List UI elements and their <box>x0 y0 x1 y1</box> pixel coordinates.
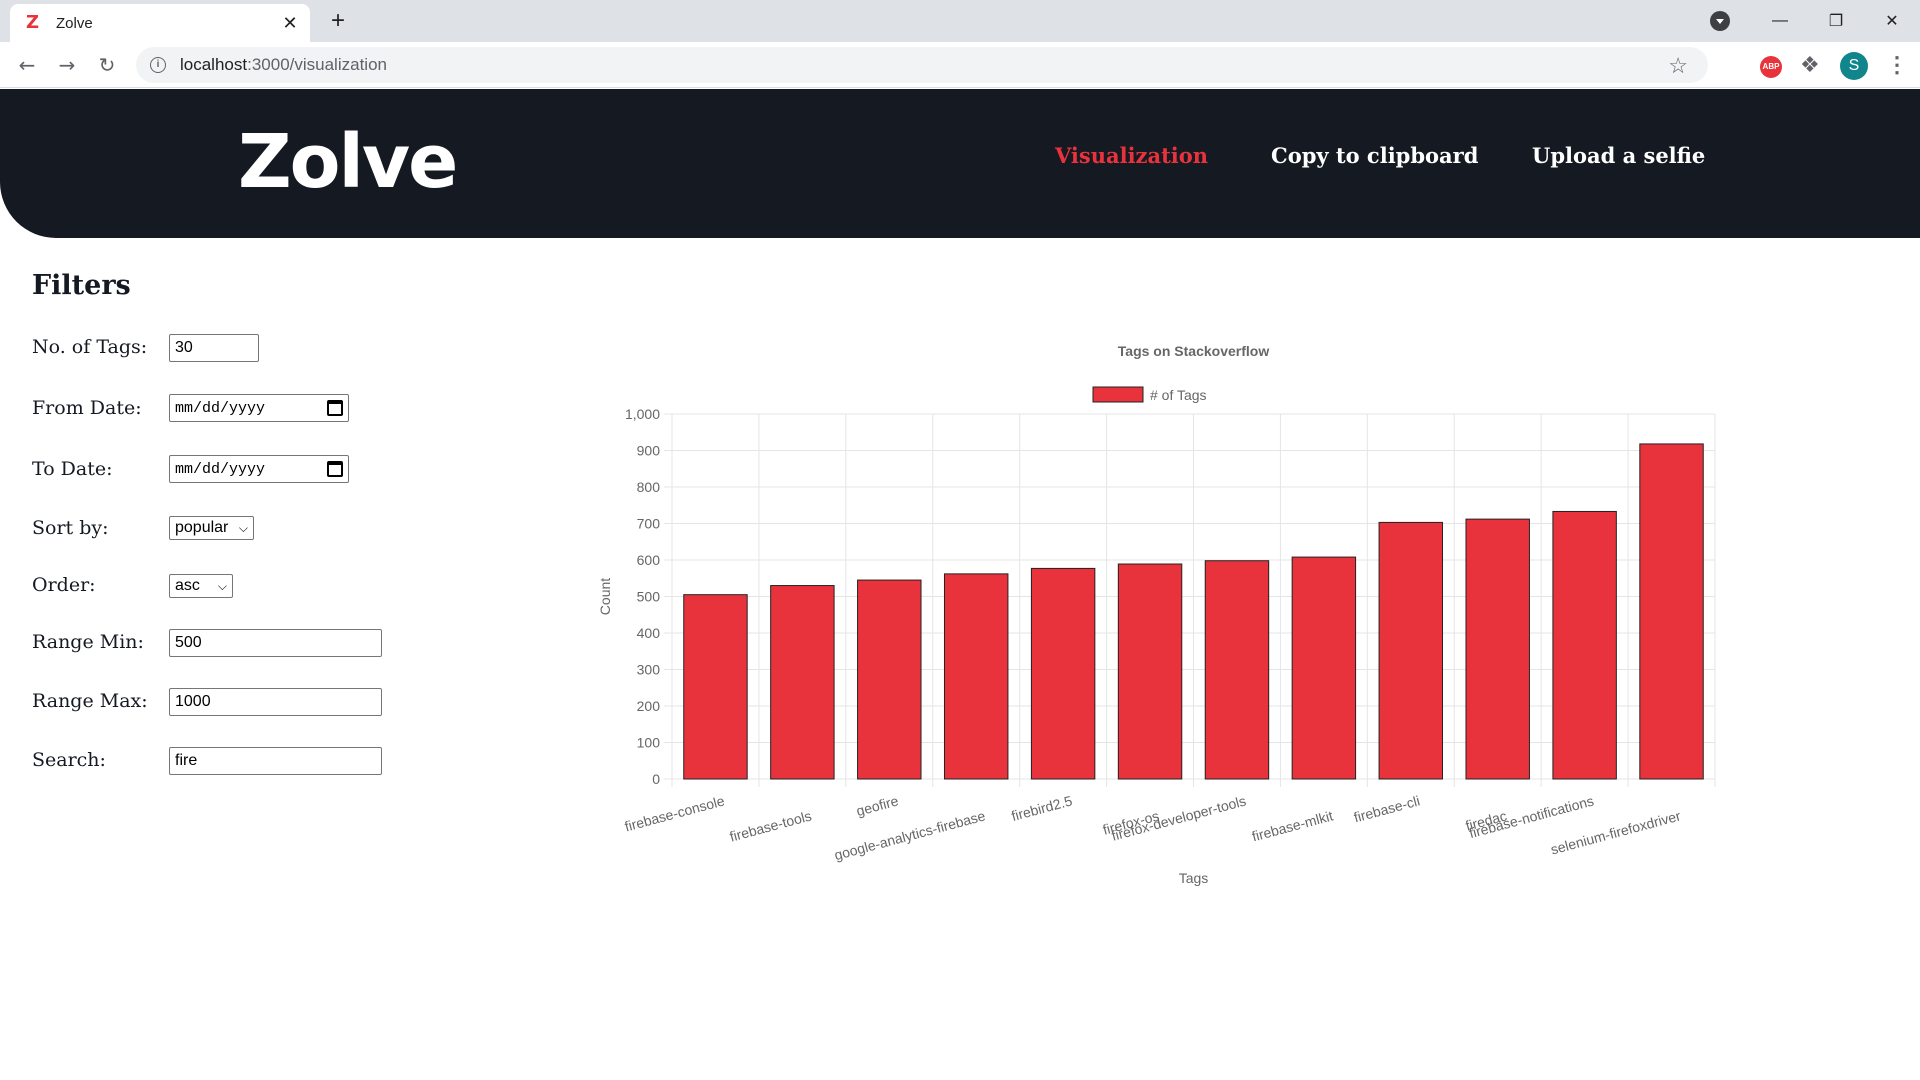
range-max-label: Range Max: <box>32 690 148 712</box>
from-date-label: From Date: <box>32 397 142 419</box>
forward-icon[interactable]: → <box>52 50 82 80</box>
x-tick-label: google-analytics-firebase <box>833 807 988 863</box>
x-axis-title: Tags <box>1179 870 1209 886</box>
chevron-down-icon: ⌵ <box>217 578 227 593</box>
no-of-tags-input[interactable]: 30 <box>169 334 259 362</box>
url-host: localhost <box>180 55 248 74</box>
y-tick-label: 100 <box>637 735 661 751</box>
x-tick-label: firebase-tools <box>728 807 813 844</box>
bar <box>1291 556 1357 780</box>
bar <box>1639 443 1704 780</box>
y-tick-label: 1,000 <box>625 406 660 422</box>
address-bar[interactable]: i localhost :3000/visualization ☆ <box>136 47 1708 83</box>
legend-label: # of Tags <box>1150 387 1207 403</box>
profile-avatar[interactable]: S <box>1840 52 1868 80</box>
tab-close-icon[interactable]: ✕ <box>280 13 300 34</box>
back-icon[interactable]: ← <box>12 50 42 80</box>
site-header: Zolve Visualization Copy to clipboard Up… <box>0 89 1920 238</box>
from-date-value: mm/dd/yyyy <box>175 399 266 417</box>
calendar-icon[interactable] <box>327 400 343 416</box>
bar <box>1378 521 1444 780</box>
to-date-value: mm/dd/yyyy <box>175 460 266 478</box>
bar <box>770 585 835 780</box>
range-max-input[interactable]: 1000 <box>169 688 382 716</box>
search-input[interactable]: fire <box>169 747 382 775</box>
minimize-button[interactable]: — <box>1752 0 1808 42</box>
bar <box>1204 560 1270 780</box>
new-tab-button[interactable]: + <box>324 8 352 36</box>
bar <box>1552 510 1617 780</box>
filters-title: Filters <box>32 270 131 301</box>
y-tick-label: 300 <box>637 662 661 678</box>
bar <box>1030 567 1096 780</box>
order-select[interactable]: asc ⌵ <box>169 574 233 598</box>
url-path: :3000/visualization <box>247 55 387 74</box>
bar <box>857 579 922 780</box>
x-tick-label: firebird2.5 <box>1010 792 1074 824</box>
adblock-icon[interactable]: ABP <box>1760 56 1782 78</box>
x-tick-label: firebase-console <box>623 792 727 834</box>
range-min-label: Range Min: <box>32 631 144 653</box>
y-axis-title: Count <box>597 578 613 615</box>
y-tick-label: 0 <box>652 771 660 787</box>
sort-by-label: Sort by: <box>32 517 109 539</box>
info-icon[interactable]: i <box>150 57 166 73</box>
x-tick-label: firebase-cli <box>1352 792 1422 825</box>
order-label: Order: <box>32 574 96 596</box>
bar <box>943 573 1009 780</box>
tags-bar-chart: Tags on Stackoverflow # of Tags 0 100 200 300… <box>597 343 1716 886</box>
close-window-button[interactable]: ✕ <box>1864 0 1920 42</box>
calendar-icon[interactable] <box>327 461 343 477</box>
y-tick-label: 400 <box>637 625 661 641</box>
browser-tab[interactable]: Z Zolve ✕ <box>10 4 310 42</box>
zolve-favicon-icon: Z <box>26 12 40 33</box>
to-date-label: To Date: <box>32 458 113 480</box>
x-tick-label: firebase-mlkit <box>1250 807 1335 844</box>
bookmark-star-icon[interactable]: ☆ <box>1668 53 1688 79</box>
y-tick-label: 700 <box>637 516 661 532</box>
order-value: asc <box>175 577 200 594</box>
nav-visualization[interactable]: Visualization <box>1055 143 1208 168</box>
chart-title: Tags on Stackoverflow <box>1118 343 1270 359</box>
range-min-input[interactable]: 500 <box>169 629 382 657</box>
no-of-tags-label: No. of Tags: <box>32 336 148 358</box>
tab-search-icon[interactable] <box>1710 11 1730 31</box>
bar <box>1117 563 1183 780</box>
y-tick-label: 800 <box>637 479 661 495</box>
from-date-input[interactable]: mm/dd/yyyy <box>169 394 349 422</box>
bar <box>1465 518 1530 780</box>
browser-menu-icon[interactable]: ⋮ <box>1886 52 1908 78</box>
x-tick-label: geofire <box>855 792 901 819</box>
y-tick-label: 900 <box>637 443 661 459</box>
y-tick-label: 200 <box>637 698 661 714</box>
tab-title: Zolve <box>56 14 93 32</box>
browser-toolbar: ← → ↻ i localhost :3000/visualization ☆ … <box>0 42 1920 88</box>
bar <box>683 594 748 780</box>
search-label: Search: <box>32 749 106 771</box>
nav-upload-selfie[interactable]: Upload a selfie <box>1532 143 1705 168</box>
zolve-logo[interactable]: Zolve <box>238 119 458 205</box>
to-date-input[interactable]: mm/dd/yyyy <box>169 455 349 483</box>
sort-by-value: popular <box>175 519 229 536</box>
y-tick-label: 600 <box>637 552 661 568</box>
reload-icon[interactable]: ↻ <box>92 50 122 80</box>
extensions-icon[interactable]: ❖ <box>1800 52 1820 78</box>
nav-copy-to-clipboard[interactable]: Copy to clipboard <box>1271 143 1478 168</box>
browser-tab-strip: Z Zolve ✕ + — ❐ ✕ <box>0 0 1920 42</box>
y-tick-label: 500 <box>637 589 661 605</box>
restore-button[interactable]: ❐ <box>1808 0 1864 42</box>
sort-by-select[interactable]: popular ⌵ <box>169 516 254 540</box>
legend-swatch <box>1092 386 1144 403</box>
chevron-down-icon: ⌵ <box>238 520 248 535</box>
